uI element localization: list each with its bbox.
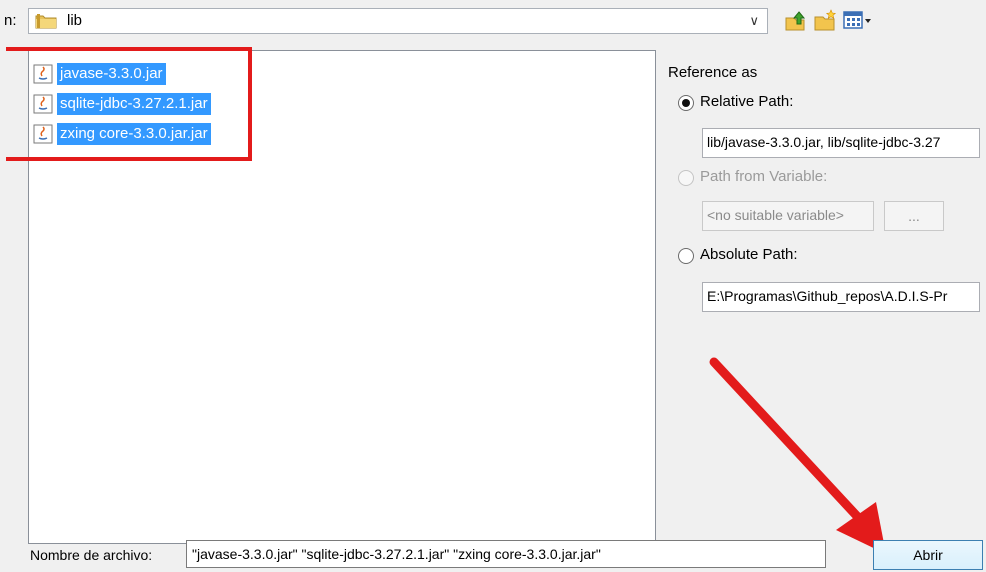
absolute-path-field[interactable]: E:\Programas\Github_repos\A.D.I.S-Pr: [702, 282, 980, 312]
view-menu-icon[interactable]: [842, 8, 874, 34]
relative-path-field[interactable]: lib/javase-3.3.0.jar, lib/sqlite-jdbc-3.…: [702, 128, 980, 158]
look-in-label: n:: [4, 12, 17, 29]
up-folder-icon[interactable]: [782, 8, 808, 34]
variable-browse-button[interactable]: ...: [884, 201, 944, 231]
chevron-down-icon[interactable]: ∨: [749, 13, 759, 29]
relative-path-label: Relative Path:: [700, 93, 794, 110]
annotation-highlight-box: [6, 47, 252, 161]
path-from-variable-label: Path from Variable:: [700, 168, 828, 185]
look-in-combobox[interactable]: lib ∨: [28, 8, 768, 34]
annotation-arrow-icon: [709, 357, 886, 554]
variable-select[interactable]: <no suitable variable>: [702, 201, 874, 231]
folder-icon: [35, 14, 57, 29]
file-name-input[interactable]: "javase-3.3.0.jar" "sqlite-jdbc-3.27.2.1…: [186, 540, 826, 568]
look-in-value: lib: [67, 12, 83, 29]
absolute-path-label: Absolute Path:: [700, 246, 798, 263]
absolute-path-radio[interactable]: [678, 248, 694, 264]
reference-as-label: Reference as: [668, 64, 758, 81]
file-name-label: Nombre de archivo:: [30, 547, 153, 563]
new-folder-icon[interactable]: [812, 8, 838, 34]
open-button[interactable]: Abrir: [873, 540, 983, 570]
path-from-variable-radio[interactable]: [678, 170, 694, 186]
relative-path-radio[interactable]: [678, 95, 694, 111]
